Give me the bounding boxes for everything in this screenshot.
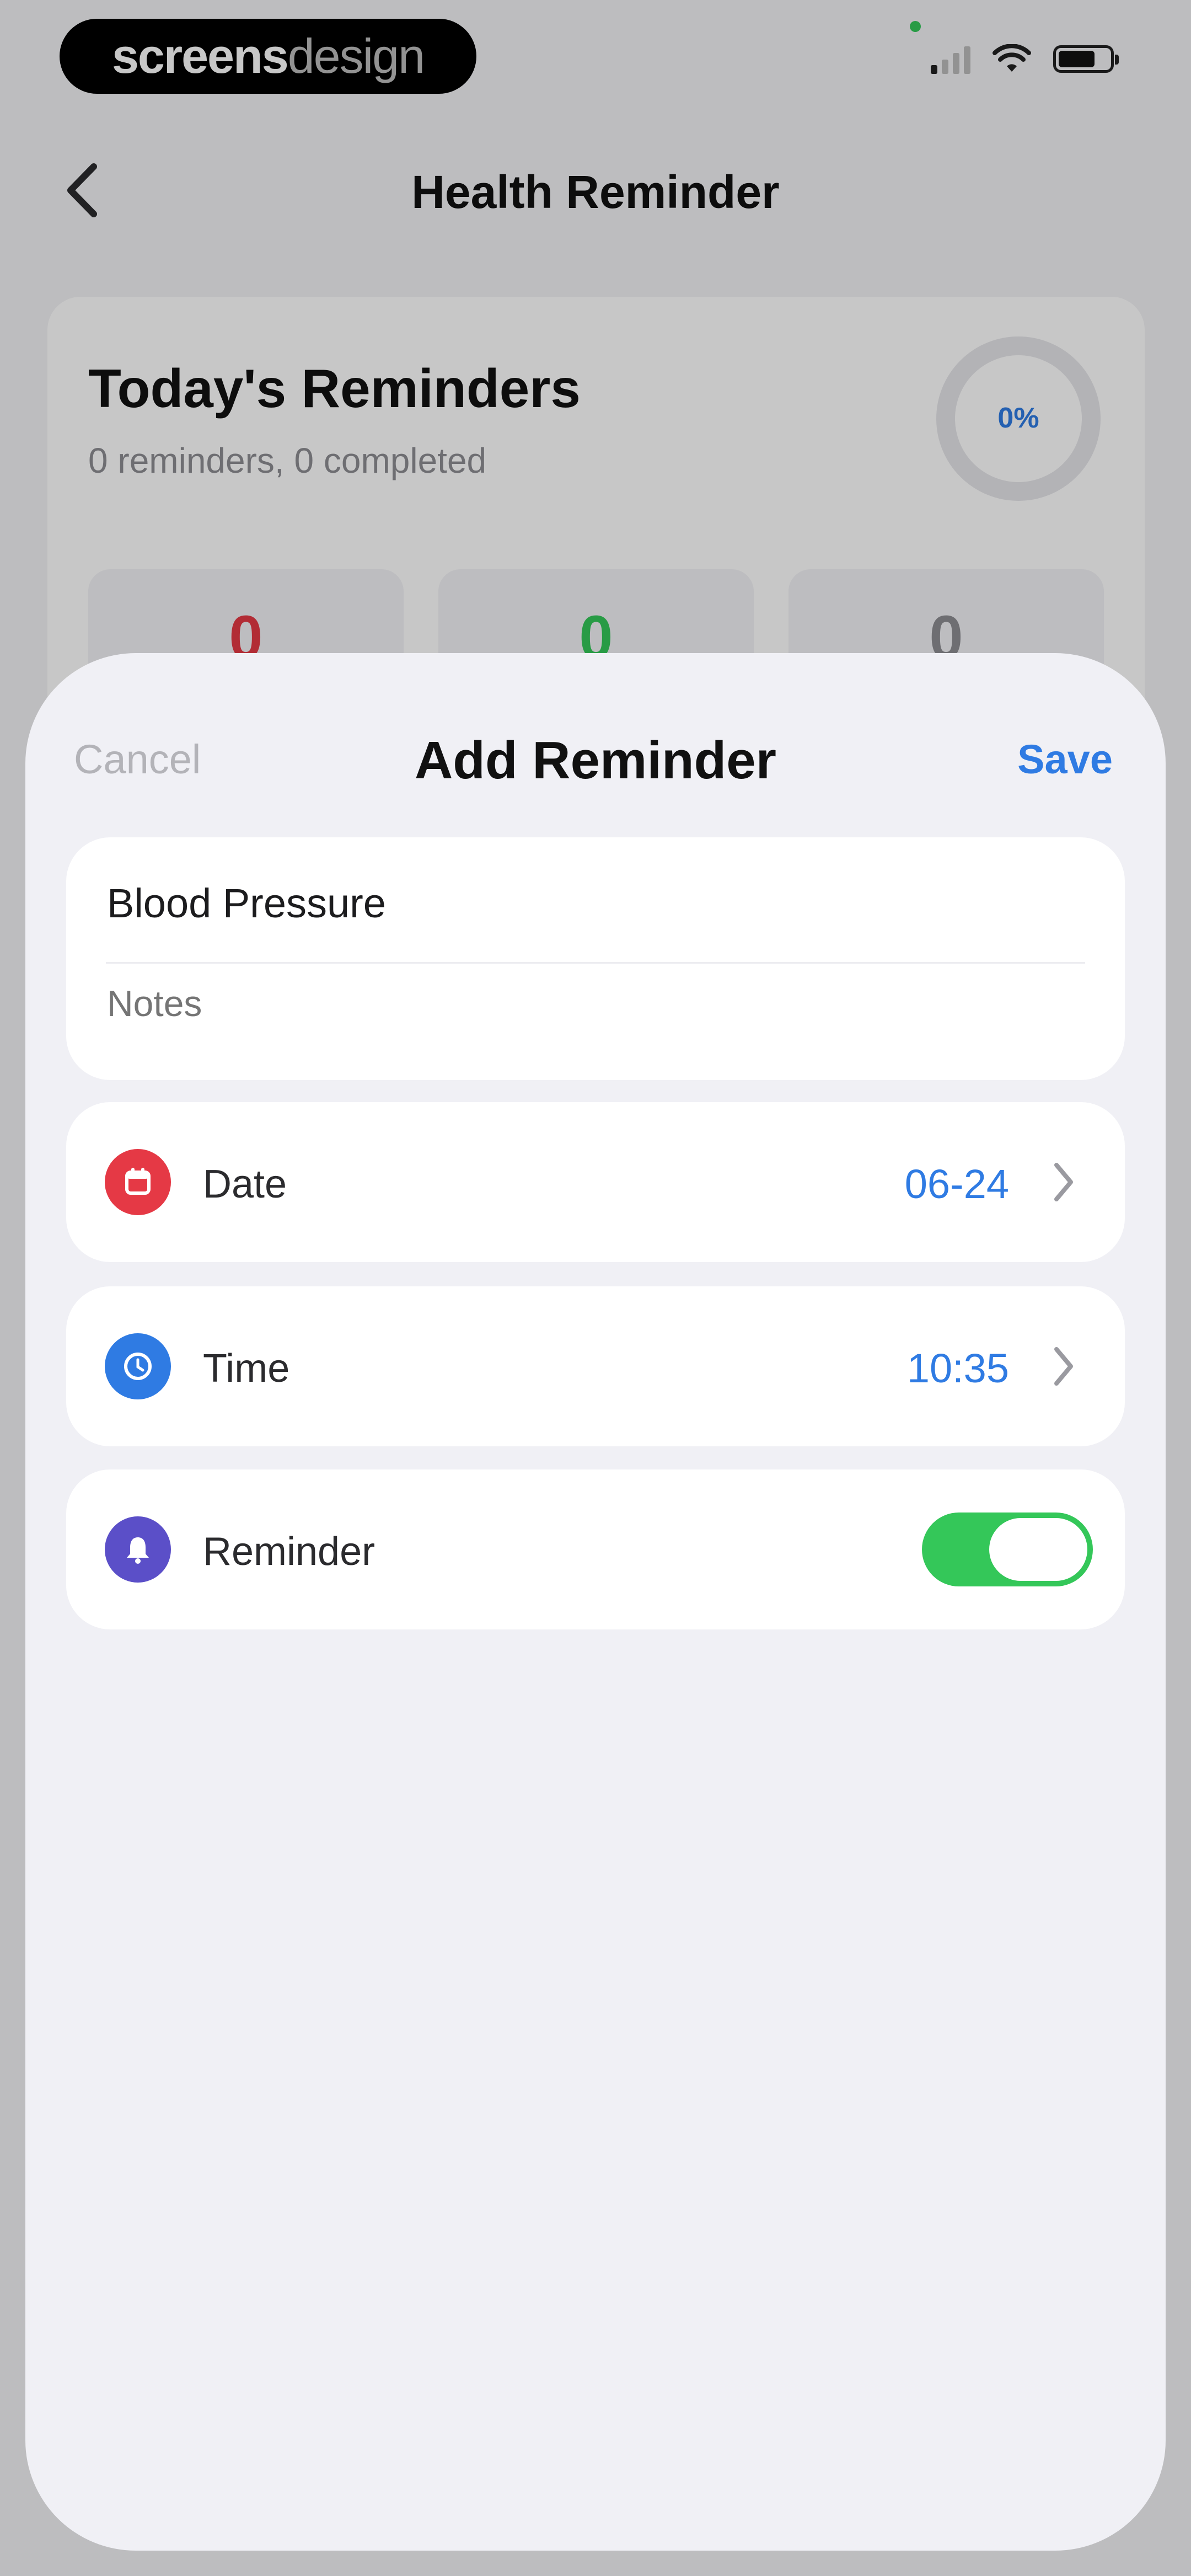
clock-icon — [105, 1333, 171, 1399]
chevron-right-icon — [1054, 1347, 1073, 1386]
time-row[interactable]: Time 10:35 — [66, 1286, 1125, 1446]
reminder-label: Reminder — [203, 1530, 375, 1574]
date-value[interactable]: 06-24 — [905, 1161, 1009, 1207]
reminder-toggle[interactable] — [922, 1513, 1093, 1586]
toggle-knob — [989, 1518, 1087, 1581]
calendar-icon — [105, 1149, 171, 1215]
reminder-text-card — [66, 837, 1125, 1080]
add-reminder-sheet: Cancel Add Reminder Save Date 06-24 — [25, 653, 1166, 2551]
chevron-right-icon — [1054, 1163, 1073, 1201]
time-label: Time — [203, 1346, 290, 1391]
time-value[interactable]: 10:35 — [907, 1345, 1009, 1392]
date-row[interactable]: Date 06-24 — [66, 1102, 1125, 1262]
save-button[interactable]: Save — [1017, 736, 1113, 783]
date-label: Date — [203, 1162, 287, 1206]
field-divider — [106, 962, 1085, 964]
sheet-header: Cancel Add Reminder Save — [25, 653, 1166, 802]
reminder-row: Reminder — [66, 1469, 1125, 1629]
notes-input[interactable] — [106, 982, 1090, 1025]
sheet-title: Add Reminder — [414, 731, 777, 790]
reminder-title-input[interactable] — [106, 879, 1090, 927]
bell-icon — [105, 1516, 171, 1583]
